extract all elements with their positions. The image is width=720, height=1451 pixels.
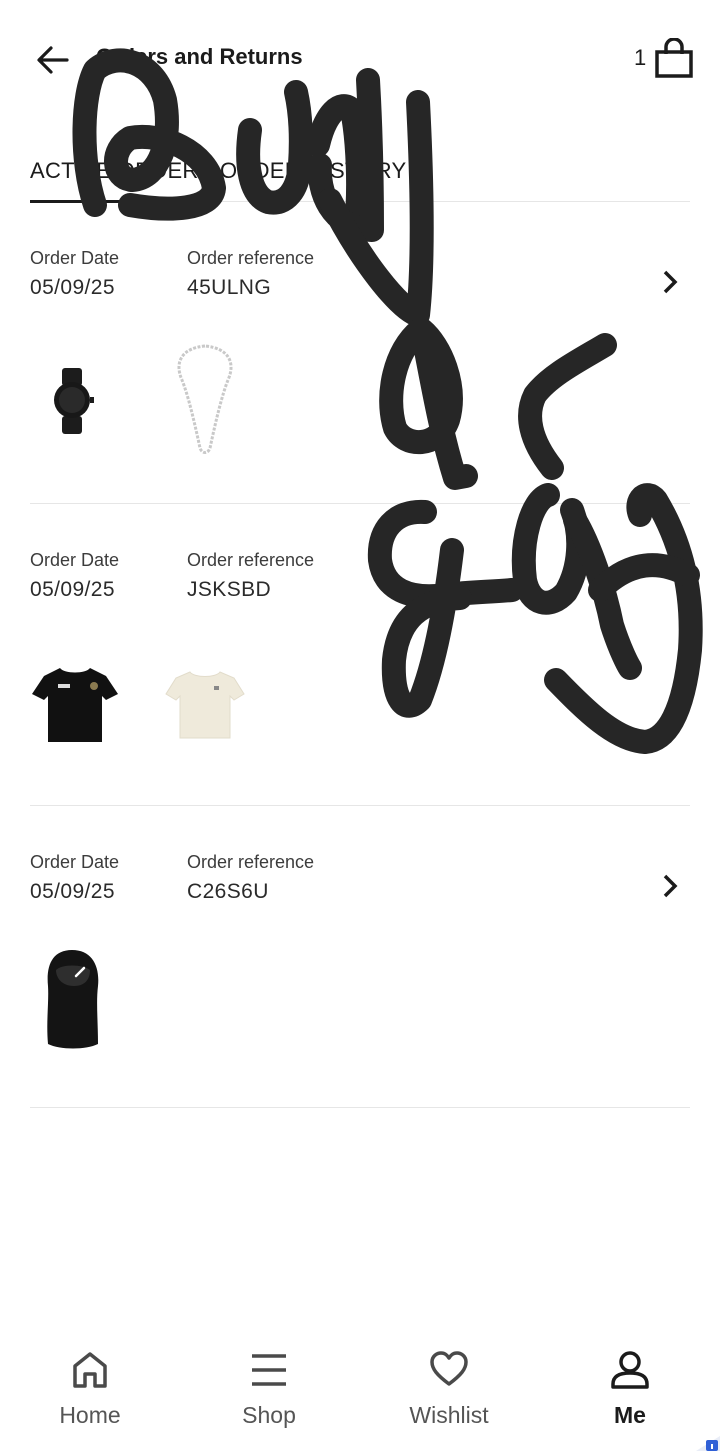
product-thumbnail-black-tshirt[interactable] (30, 642, 120, 762)
page-title: Orders and Returns (96, 44, 303, 69)
nav-home-label: Home (59, 1402, 121, 1428)
product-thumbnail-balaclava[interactable] (30, 944, 120, 1064)
bottom-navigation: Home Shop Wishlist Me (0, 1320, 720, 1451)
order-reference-label: Order reference (187, 248, 315, 268)
back-button[interactable] (30, 38, 76, 82)
tab-active-orders[interactable]: ACTIVE ORDERS (30, 158, 214, 184)
heart-icon (430, 1351, 468, 1386)
nav-home[interactable]: Home (30, 1338, 150, 1438)
nav-wishlist-label: Wishlist (409, 1402, 489, 1428)
bag-count: 1 (634, 45, 647, 70)
orders-returns-screen: Orders and Returns 1 ACTIVE ORDERS ORDER… (0, 0, 720, 1451)
order-date: 05/09/25 (30, 578, 115, 601)
menu-icon (252, 1354, 286, 1386)
order-reference-label: Order reference (187, 852, 315, 872)
order-date-label: Order Date (30, 248, 120, 268)
order-date-label: Order Date (30, 550, 120, 570)
order-reference: JSKSBD (187, 578, 272, 601)
tab-order-history[interactable]: ORDER HISTORY (220, 158, 406, 184)
nav-shop[interactable]: Shop (209, 1338, 329, 1438)
order-reference: 45ULNG (187, 276, 272, 299)
shopping-bag-icon (655, 37, 693, 78)
app-header: Orders and Returns 1 (0, 0, 720, 120)
nav-me[interactable]: Me (570, 1338, 690, 1438)
order-tabs: ACTIVE ORDERS ORDER HISTORY (30, 150, 690, 203)
corner-lock-icon (696, 1436, 720, 1451)
product-thumbnail-watch[interactable] (30, 340, 120, 460)
chevron-right-icon[interactable] (656, 872, 684, 900)
nav-me-label: Me (614, 1402, 646, 1428)
chevron-right-icon[interactable] (656, 268, 684, 296)
order-date: 05/09/25 (30, 276, 115, 299)
nav-shop-label: Shop (242, 1402, 296, 1428)
order-card[interactable]: Order Date 05/09/25 Order reference C26S… (30, 806, 690, 1108)
order-date-label: Order Date (30, 852, 120, 872)
product-thumbnail-cream-tshirt[interactable] (160, 642, 250, 762)
shopping-bag-button[interactable] (652, 37, 696, 82)
order-reference: C26S6U (187, 880, 269, 903)
order-card[interactable]: Order Date 05/09/25 Order reference JSKS… (30, 504, 690, 806)
order-reference-label: Order reference (187, 550, 315, 570)
order-card[interactable]: Order Date 05/09/25 Order reference 45UL… (30, 202, 690, 504)
nav-wishlist[interactable]: Wishlist (389, 1338, 509, 1438)
product-thumbnail-chain[interactable] (160, 340, 250, 460)
arrow-left-icon (37, 46, 69, 74)
home-icon (73, 1352, 107, 1388)
user-icon (611, 1351, 649, 1389)
order-date: 05/09/25 (30, 880, 115, 903)
